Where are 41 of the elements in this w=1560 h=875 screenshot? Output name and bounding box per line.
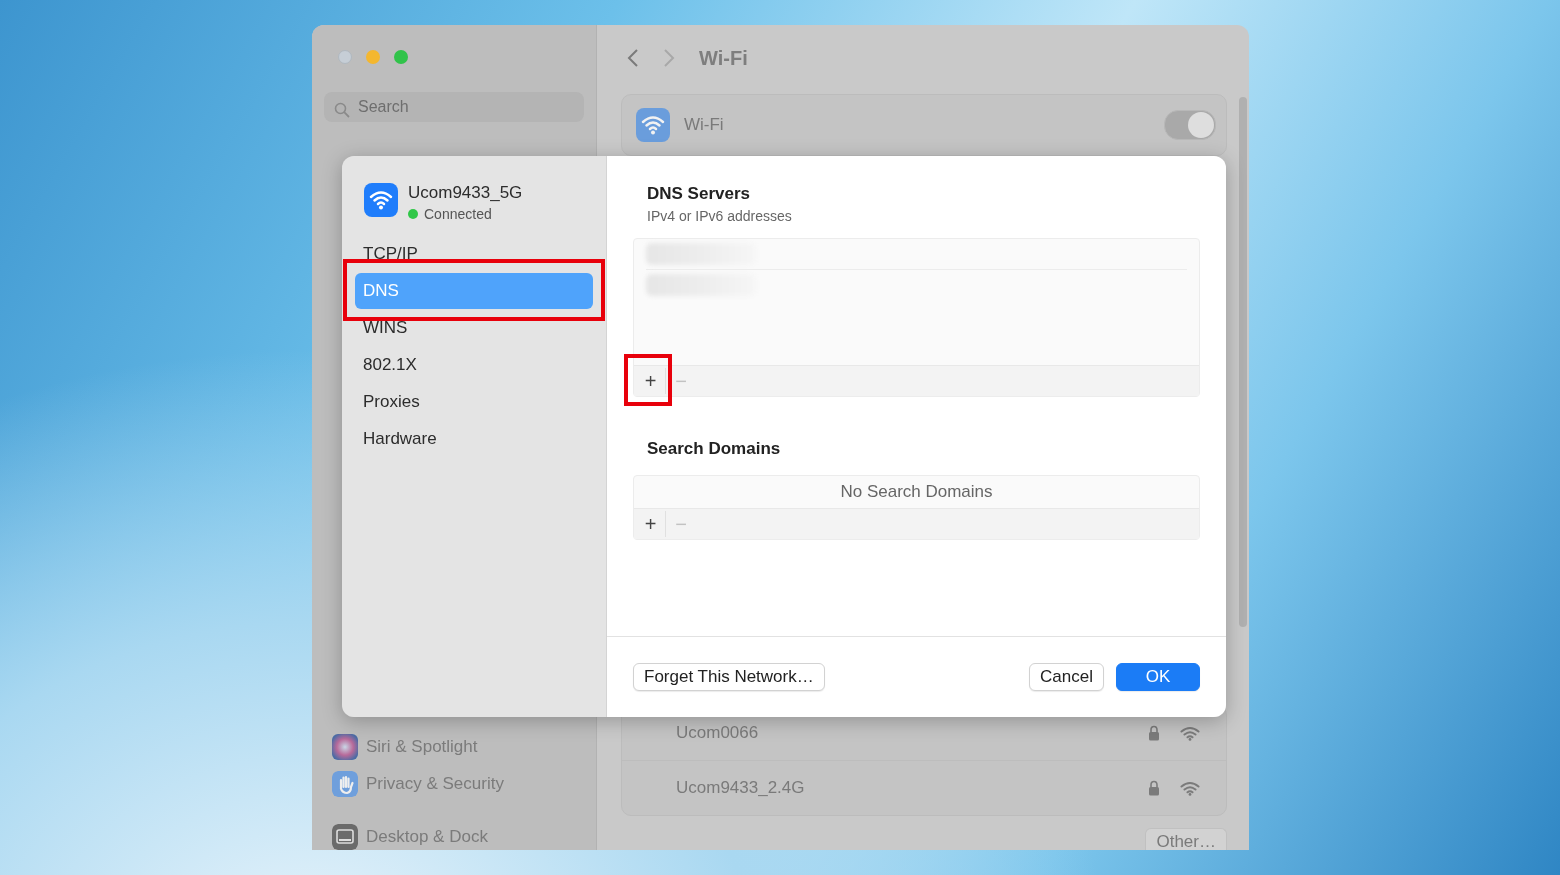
wifi-signal-icon bbox=[1180, 780, 1200, 796]
section-title: Search Domains bbox=[646, 439, 782, 459]
page-title: Wi-Fi bbox=[699, 46, 748, 70]
nav-item[interactable]: TCP/IP bbox=[355, 236, 593, 272]
close-button[interactable] bbox=[338, 50, 352, 64]
dock-icon bbox=[332, 824, 358, 850]
hand-icon bbox=[332, 771, 358, 797]
wifi-label: Wi-Fi bbox=[684, 115, 725, 135]
nav-item[interactable]: Proxies bbox=[355, 384, 593, 420]
section-title: DNS Servers bbox=[646, 184, 751, 204]
ok-button[interactable]: OK bbox=[1116, 663, 1200, 691]
network-row[interactable]: Ucom0066 bbox=[622, 706, 1226, 760]
network-name: Ucom9433_5G bbox=[408, 183, 523, 203]
status-dot-icon bbox=[408, 209, 418, 219]
search-field[interactable]: Search bbox=[324, 92, 584, 122]
wifi-toggle[interactable] bbox=[1164, 110, 1216, 140]
add-button[interactable]: + bbox=[636, 511, 666, 537]
cancel-button[interactable]: Cancel bbox=[1029, 663, 1104, 691]
back-icon[interactable] bbox=[627, 48, 639, 68]
forget-network-button[interactable]: Forget This Network… bbox=[633, 663, 825, 691]
nav-item[interactable]: WINS bbox=[355, 310, 593, 346]
scrollbar[interactable] bbox=[1239, 97, 1247, 627]
sidebar-item[interactable]: Siri & Spotlight bbox=[324, 734, 584, 760]
siri-orb-icon bbox=[332, 734, 358, 760]
sidebar-item[interactable]: Privacy & Security bbox=[324, 771, 584, 797]
wifi-icon bbox=[636, 108, 670, 142]
add-button[interactable]: + bbox=[636, 368, 666, 394]
wifi-signal-icon bbox=[1180, 725, 1200, 741]
zoom-button[interactable] bbox=[394, 50, 408, 64]
nav-item[interactable]: DNS bbox=[355, 273, 593, 309]
empty-list-text: No Search Domains bbox=[839, 481, 994, 503]
nav-item[interactable]: 802.1X bbox=[355, 347, 593, 383]
forward-icon[interactable] bbox=[663, 48, 675, 68]
nav-item[interactable]: Hardware bbox=[355, 421, 593, 457]
wifi-icon bbox=[364, 183, 398, 217]
other-button[interactable]: Other… bbox=[1145, 828, 1227, 850]
network-row[interactable]: Ucom9433_2.4G bbox=[622, 760, 1226, 815]
sidebar-item[interactable]: Desktop & Dock bbox=[324, 824, 584, 850]
minimize-button[interactable] bbox=[366, 50, 380, 64]
connection-status: Connected bbox=[424, 206, 492, 222]
section-subtitle: IPv4 or IPv6 addresses bbox=[646, 208, 793, 224]
